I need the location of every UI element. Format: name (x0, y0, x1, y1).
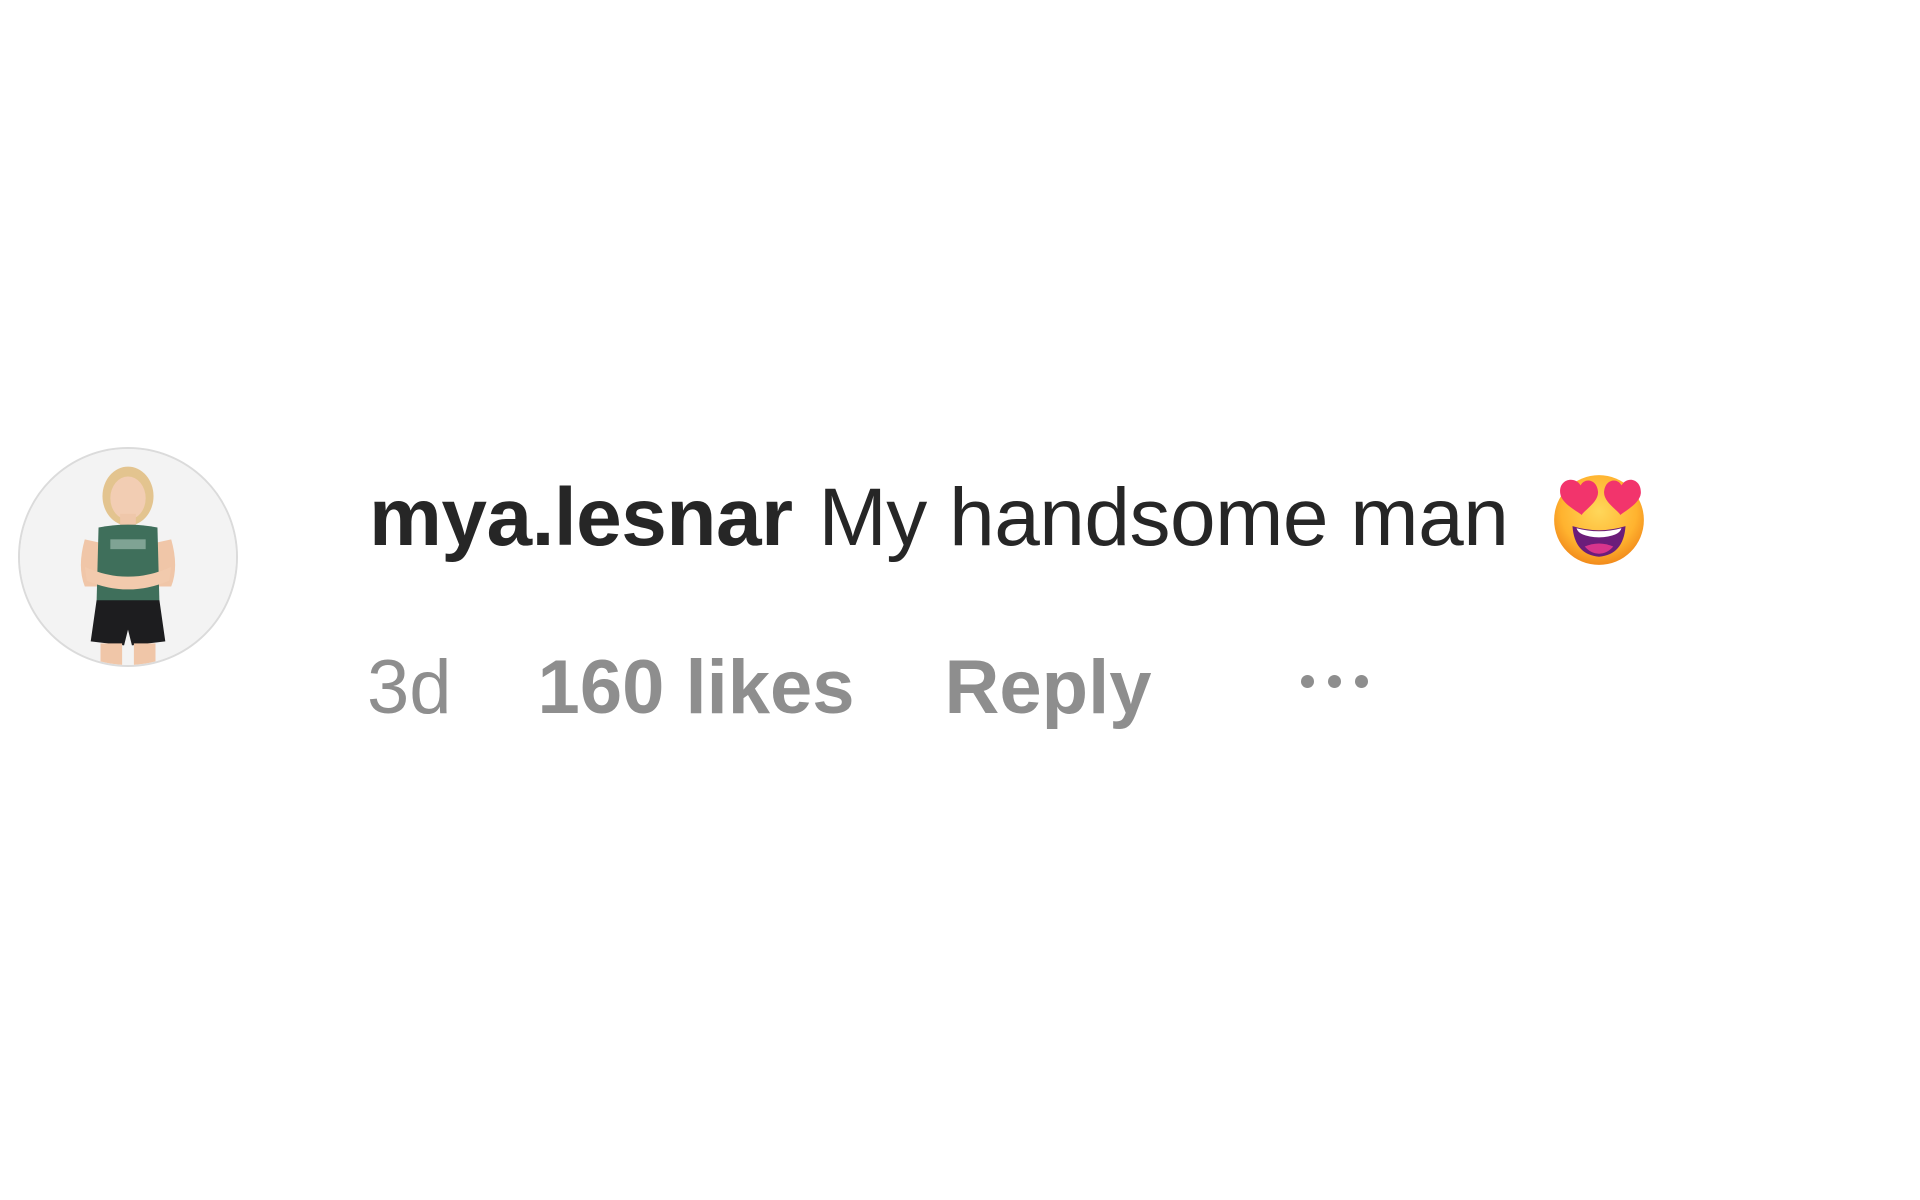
comment-likes-link[interactable]: 160 likes (538, 644, 855, 731)
comment-item: mya.lesnar My handsome man 3d 160 likes … (18, 447, 1898, 730)
avatar[interactable] (18, 447, 238, 667)
more-dot (1301, 674, 1315, 688)
comment-meta-row: 3d 160 likes Reply (367, 637, 1369, 737)
more-options-icon[interactable] (1301, 661, 1369, 701)
comment-text: My handsome man (818, 472, 1509, 563)
reply-button[interactable]: Reply (945, 644, 1152, 731)
comment-line: mya.lesnar My handsome man (369, 463, 1650, 573)
profile-photo-icon (20, 449, 236, 665)
smiling-face-with-heart-eyes-icon (1548, 467, 1650, 569)
comment-timestamp[interactable]: 3d (367, 644, 452, 731)
more-dot (1328, 674, 1342, 688)
more-dot (1355, 674, 1369, 688)
comment-username-link[interactable]: mya.lesnar (369, 463, 793, 573)
page: mya.lesnar My handsome man 3d 160 likes … (0, 0, 1920, 1200)
